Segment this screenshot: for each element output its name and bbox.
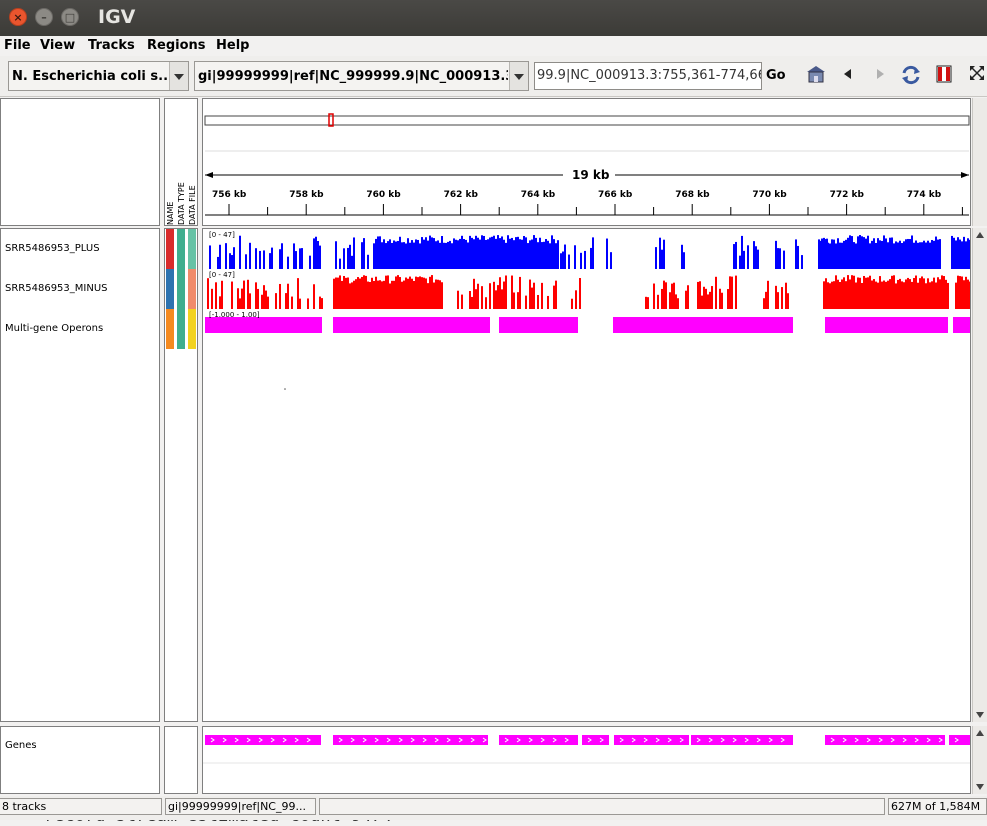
track-name-plus[interactable]: SRR5486953_PLUS xyxy=(5,243,100,254)
track-name-minus[interactable]: SRR5486953_MINUS xyxy=(5,283,108,294)
ruler-tick-label: 768 kb xyxy=(675,190,710,200)
data-scrollbar[interactable] xyxy=(972,228,987,722)
scroll-up-icon[interactable] xyxy=(976,232,984,238)
genome-value: N. Escherichia coli s... xyxy=(12,69,170,84)
maximize-window-icon[interactable]: □ xyxy=(61,8,79,26)
attribute-cell[interactable] xyxy=(166,229,174,269)
minimize-window-icon[interactable]: – xyxy=(35,8,53,26)
resize-icon[interactable] xyxy=(965,64,987,88)
attribute-cell[interactable] xyxy=(188,269,196,309)
ruler-scrollbar[interactable] xyxy=(972,98,987,226)
chromosome-dropdown[interactable]: gi|99999999|ref|NC_999999.9|NC_000913.3 xyxy=(194,61,529,91)
feature-name-panel: Genes xyxy=(0,726,160,794)
scroll-down-icon[interactable] xyxy=(976,712,984,718)
attribute-panel xyxy=(164,228,198,722)
locus-input[interactable]: 99.9|NC_000913.3:755,361-774,660 xyxy=(534,62,762,90)
track-range-plus: [0 - 47] xyxy=(209,231,235,239)
ruler-tick-label: 774 kb xyxy=(906,190,942,200)
operon-track xyxy=(205,317,970,333)
attribute-cell[interactable] xyxy=(177,309,185,349)
attribute-cell[interactable] xyxy=(188,309,196,349)
back-arrow-icon[interactable] xyxy=(836,64,860,88)
coverage-track-minus xyxy=(207,275,970,309)
status-memory: 627M of 1,584M xyxy=(888,798,987,815)
scroll-down-icon[interactable] xyxy=(976,784,984,790)
ruler-tick-label: 764 kb xyxy=(520,190,556,200)
attribute-cell[interactable] xyxy=(166,269,174,309)
feature-attribute-panel xyxy=(164,726,198,794)
attribute-cell[interactable] xyxy=(166,309,174,349)
menu-file[interactable]: File xyxy=(4,38,31,53)
refresh-icon[interactable] xyxy=(899,64,923,88)
ruler-tick-label: 772 kb xyxy=(829,190,864,200)
region-navigator-icon[interactable] xyxy=(932,64,956,88)
status-bar: 8 tracks gi|99999999|ref|NC_99... 627M o… xyxy=(0,796,987,820)
ruler-tick-label: 760 kb xyxy=(366,190,401,200)
chromosome-value: gi|99999999|ref|NC_999999.9|NC_000913.3 xyxy=(198,69,508,84)
menu-view[interactable]: View xyxy=(40,38,75,53)
menu-tracks[interactable]: Tracks xyxy=(88,38,135,53)
data-name-panel: SRR5486953_PLUS SRR5486953_MINUS Multi-g… xyxy=(0,228,160,722)
attribute-header-name[interactable]: NAME xyxy=(166,202,175,225)
ruler-tick-label: 762 kb xyxy=(443,190,478,200)
menu-help[interactable]: Help xyxy=(216,38,249,53)
coverage-track-plus xyxy=(209,235,970,269)
track-name-genes[interactable]: Genes xyxy=(5,740,37,751)
feature-panel[interactable] xyxy=(202,726,971,794)
attribute-cell[interactable] xyxy=(188,229,196,269)
forward-arrow-icon[interactable] xyxy=(868,64,892,88)
attribute-cell[interactable] xyxy=(177,269,185,309)
ruler-tick-label: 756 kb xyxy=(212,190,247,200)
ruler-tick-label: 770 kb xyxy=(752,190,787,200)
menu-bar: File View Tracks Regions Help xyxy=(0,36,987,56)
chromosome-ideogram xyxy=(204,115,970,126)
go-button[interactable]: Go xyxy=(766,68,786,83)
attribute-header-data-file[interactable]: DATA FILE xyxy=(188,185,197,225)
status-message xyxy=(319,798,885,815)
chevron-down-icon[interactable] xyxy=(509,62,528,90)
title-bar: × – □ IGV xyxy=(0,0,987,36)
attribute-cell[interactable] xyxy=(177,229,185,269)
status-locus: gi|99999999|ref|NC_99... xyxy=(165,798,316,815)
attribute-header-data-type[interactable]: DATA TYPE xyxy=(177,182,186,225)
feature-scrollbar[interactable] xyxy=(972,726,987,794)
ruler-span-label: 19 kb xyxy=(569,168,613,182)
window-title: IGV xyxy=(98,6,136,28)
ruler-tick-label: 758 kb xyxy=(289,190,324,200)
close-window-icon[interactable]: × xyxy=(9,8,27,26)
genome-dropdown[interactable]: N. Escherichia coli s... xyxy=(8,61,189,91)
chevron-down-icon[interactable] xyxy=(169,62,188,90)
menu-regions[interactable]: Regions xyxy=(147,38,206,53)
track-range-operons: [-1.000 - 1.00] xyxy=(209,311,260,319)
ruler-panel: 19 kb 756 kb 758 kb 760 kb 762 kb 764 kb 766 … xyxy=(202,98,971,226)
ruler-tick-label: 766 kb xyxy=(598,190,633,200)
header-name-panel xyxy=(0,98,160,226)
scroll-up-icon[interactable] xyxy=(976,730,984,736)
gene-track xyxy=(205,735,970,745)
track-range-minus: [0 - 47] xyxy=(209,271,235,279)
home-icon[interactable] xyxy=(804,64,828,88)
status-track-count: 8 tracks xyxy=(0,798,162,815)
attribute-header-panel: NAME DATA TYPE DATA FILE xyxy=(164,98,198,226)
track-name-operons[interactable]: Multi-gene Operons xyxy=(5,323,103,334)
data-panel[interactable]: [0 - 47] [0 - 47] [-1.000 - 1.00] xyxy=(202,228,971,722)
